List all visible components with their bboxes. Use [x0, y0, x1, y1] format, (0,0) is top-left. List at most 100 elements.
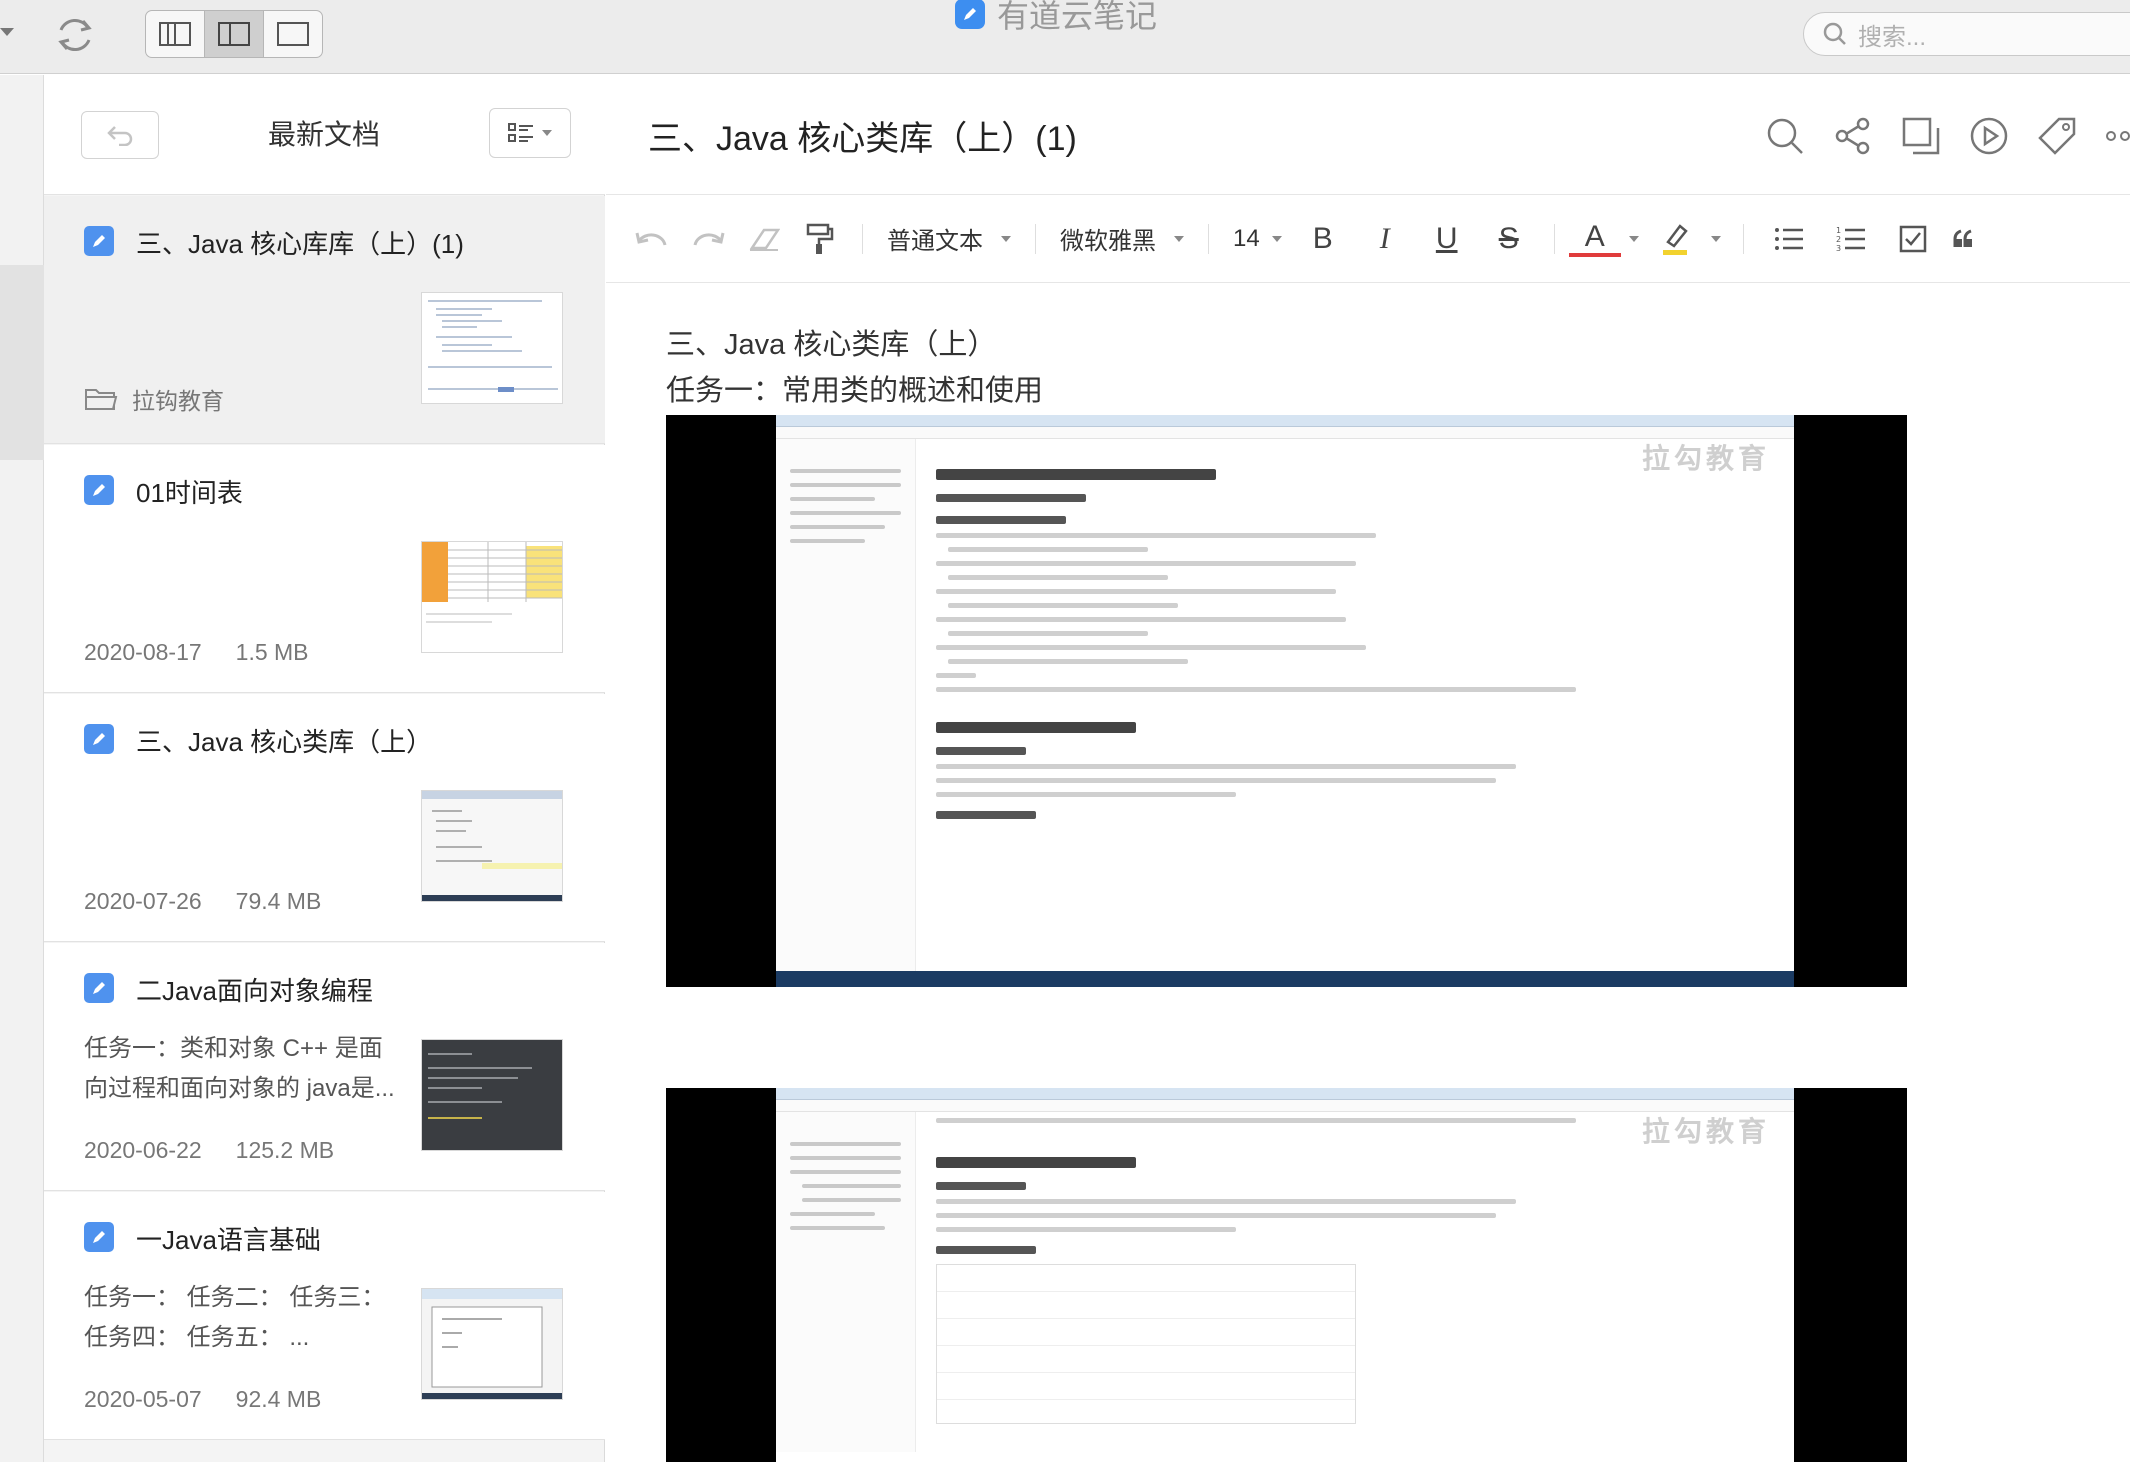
list-item-snippet: 任务一：类和对象 C++ 是面向过程和面向对象的 java是...: [84, 1035, 395, 1102]
svg-text:1: 1: [1836, 226, 1841, 235]
list-item[interactable]: 三、Java 核心库库（上）(1) 拉钩教育: [44, 196, 605, 444]
font-size-select[interactable]: 14: [1223, 225, 1292, 253]
note-icon: [84, 973, 114, 1003]
paragraph-style-select[interactable]: 普通文本: [877, 221, 1021, 256]
screenshot-watermark: 拉勾教育: [1641, 1116, 1770, 1147]
list-item-title: 三、Java 核心库库（上）(1): [136, 229, 464, 259]
note-icon: [84, 226, 114, 256]
list-item-folder-name: 拉钩教育: [132, 388, 224, 414]
italic-button[interactable]: I: [1354, 217, 1416, 261]
list-item-size: 92.4 MB: [235, 1386, 322, 1412]
list-item-title: 二Java面向对象编程: [136, 976, 373, 1006]
app-title: 有道云笔记: [955, 0, 1157, 34]
undo-icon[interactable]: [624, 217, 680, 261]
tag-icon[interactable]: [2036, 115, 2078, 157]
toolbar-separator: [1553, 223, 1555, 254]
app-title-text: 有道云笔记: [997, 0, 1158, 34]
format-painter-icon[interactable]: [792, 217, 848, 261]
font-family-select[interactable]: 微软雅黑: [1050, 221, 1194, 256]
more-options-icon[interactable]: [2104, 115, 2130, 157]
list-item[interactable]: 二Java面向对象编程 任务一：类和对象 C++ 是面向过程和面向对象的 jav…: [44, 943, 605, 1191]
chevron-down-icon: [1628, 235, 1639, 242]
back-button[interactable]: [81, 111, 159, 159]
note-icon: [84, 1222, 114, 1252]
list-item-size: 125.2 MB: [235, 1137, 335, 1163]
toolbar-separator: [862, 223, 863, 254]
eraser-icon[interactable]: [736, 217, 792, 261]
toolbar-separator: [1742, 223, 1744, 254]
underline-button[interactable]: U: [1416, 217, 1478, 261]
quote-icon[interactable]: [1944, 217, 1984, 261]
screenshot-watermark: 拉勾教育: [1641, 443, 1770, 474]
screenshot-document: [936, 1112, 1784, 1452]
screenshot-window: 拉勾教育: [776, 1088, 1794, 1462]
numbered-list-icon[interactable]: 123: [1820, 217, 1882, 261]
checkbox-icon[interactable]: [1882, 217, 1944, 261]
highlight-icon[interactable]: [1647, 217, 1703, 261]
nav-strip-selection[interactable]: [0, 265, 44, 460]
content-subheading: 任务一：常用类的概述和使用: [666, 375, 1044, 407]
content-heading: 三、Java 核心类库（上）: [666, 329, 997, 361]
list-item-thumbnail: [421, 1039, 563, 1151]
three-column-view-icon[interactable]: [146, 11, 205, 57]
svg-text:2: 2: [1836, 235, 1841, 244]
list-view-options-button[interactable]: [489, 108, 571, 158]
share-icon[interactable]: [1832, 115, 1874, 157]
list-item-date: 2020-05-07: [84, 1386, 202, 1412]
list-item-thumbnail: [421, 292, 563, 404]
search-input[interactable]: 搜索...: [1803, 12, 2130, 56]
embedded-screenshot[interactable]: 拉勾教育: [666, 1088, 1907, 1462]
list-item-meta: 2020-08-17 1.5 MB: [84, 639, 309, 666]
bullet-list-icon[interactable]: [1758, 217, 1820, 261]
note-editor: 三、Java 核心类库（上）(1) 普通文本 微软雅黑 14 B I U S A: [606, 75, 2130, 1462]
find-in-note-icon[interactable]: [1764, 115, 1806, 157]
back-arrow-icon: [107, 126, 133, 146]
document-list-panel: 最新文档 三、Java 核心库库（上）(1) 拉钩教育 01时间表 2020-0…: [44, 75, 605, 1462]
chevron-down-icon: [1710, 235, 1721, 242]
list-item-folder: 拉钩教育: [84, 382, 224, 416]
list-item-snippet: 任务一： 任务二： 任务三： 任务四： 任务五： ...: [84, 1284, 386, 1351]
highlight-dropdown[interactable]: [1703, 217, 1729, 261]
list-view-icon: [508, 123, 533, 142]
paragraph-style-value: 普通文本: [887, 228, 983, 255]
list-item-meta: 2020-05-07 92.4 MB: [84, 1386, 321, 1413]
note-content[interactable]: 三、Java 核心类库（上） 任务一：常用类的概述和使用 拉勾教育 拉勾教育: [606, 283, 2130, 1462]
screenshot-outline: [776, 1112, 916, 1452]
list-item-title: 01时间表: [136, 478, 243, 508]
bold-button[interactable]: B: [1292, 217, 1354, 261]
font-color-button[interactable]: A: [1568, 220, 1621, 257]
format-toolbar: 普通文本 微软雅黑 14 B I U S A 123: [606, 195, 2130, 283]
list-item-meta: 2020-06-22 125.2 MB: [84, 1137, 334, 1164]
list-item-thumbnail: [421, 541, 563, 653]
font-size-value: 14: [1233, 224, 1260, 252]
list-item-size: 79.4 MB: [235, 888, 322, 914]
list-item-date: 2020-06-22: [84, 1137, 202, 1163]
note-icon: [84, 475, 114, 505]
presentation-play-icon[interactable]: [1968, 115, 2010, 157]
list-item-date: 2020-08-17: [84, 639, 202, 665]
font-color-dropdown[interactable]: [1621, 217, 1647, 261]
chevron-down-icon: [542, 130, 552, 136]
dropdown-arrow-icon[interactable]: [0, 28, 14, 36]
toolbar-separator: [1035, 223, 1036, 254]
list-item-thumbnail: [421, 790, 563, 902]
search-icon: [1823, 22, 1846, 45]
redo-icon[interactable]: [680, 217, 736, 261]
screenshot-document: [936, 439, 1784, 971]
new-window-icon[interactable]: [1900, 115, 1942, 157]
list-item[interactable]: 一Java语言基础 任务一： 任务二： 任务三： 任务四： 任务五： ... 2…: [44, 1192, 605, 1440]
note-title[interactable]: 三、Java 核心类库（上）(1): [648, 111, 1077, 160]
list-item[interactable]: 三、Java 核心类库（上） 2020-07-26 79.4 MB: [44, 694, 605, 942]
search-placeholder: 搜索...: [1858, 23, 1927, 51]
sync-icon[interactable]: [52, 12, 98, 58]
two-column-view-icon[interactable]: [205, 11, 264, 57]
chevron-down-icon: [1174, 235, 1184, 242]
strikethrough-button[interactable]: S: [1478, 217, 1540, 261]
embedded-screenshot[interactable]: 拉勾教育: [666, 415, 1907, 987]
single-column-view-icon[interactable]: [264, 11, 322, 57]
folder-icon: [85, 389, 118, 410]
chevron-down-icon: [1001, 235, 1011, 242]
editor-header: 三、Java 核心类库（上）(1): [606, 75, 2130, 195]
chevron-down-icon: [1271, 235, 1282, 242]
list-item[interactable]: 01时间表 2020-08-17 1.5 MB: [44, 445, 605, 693]
